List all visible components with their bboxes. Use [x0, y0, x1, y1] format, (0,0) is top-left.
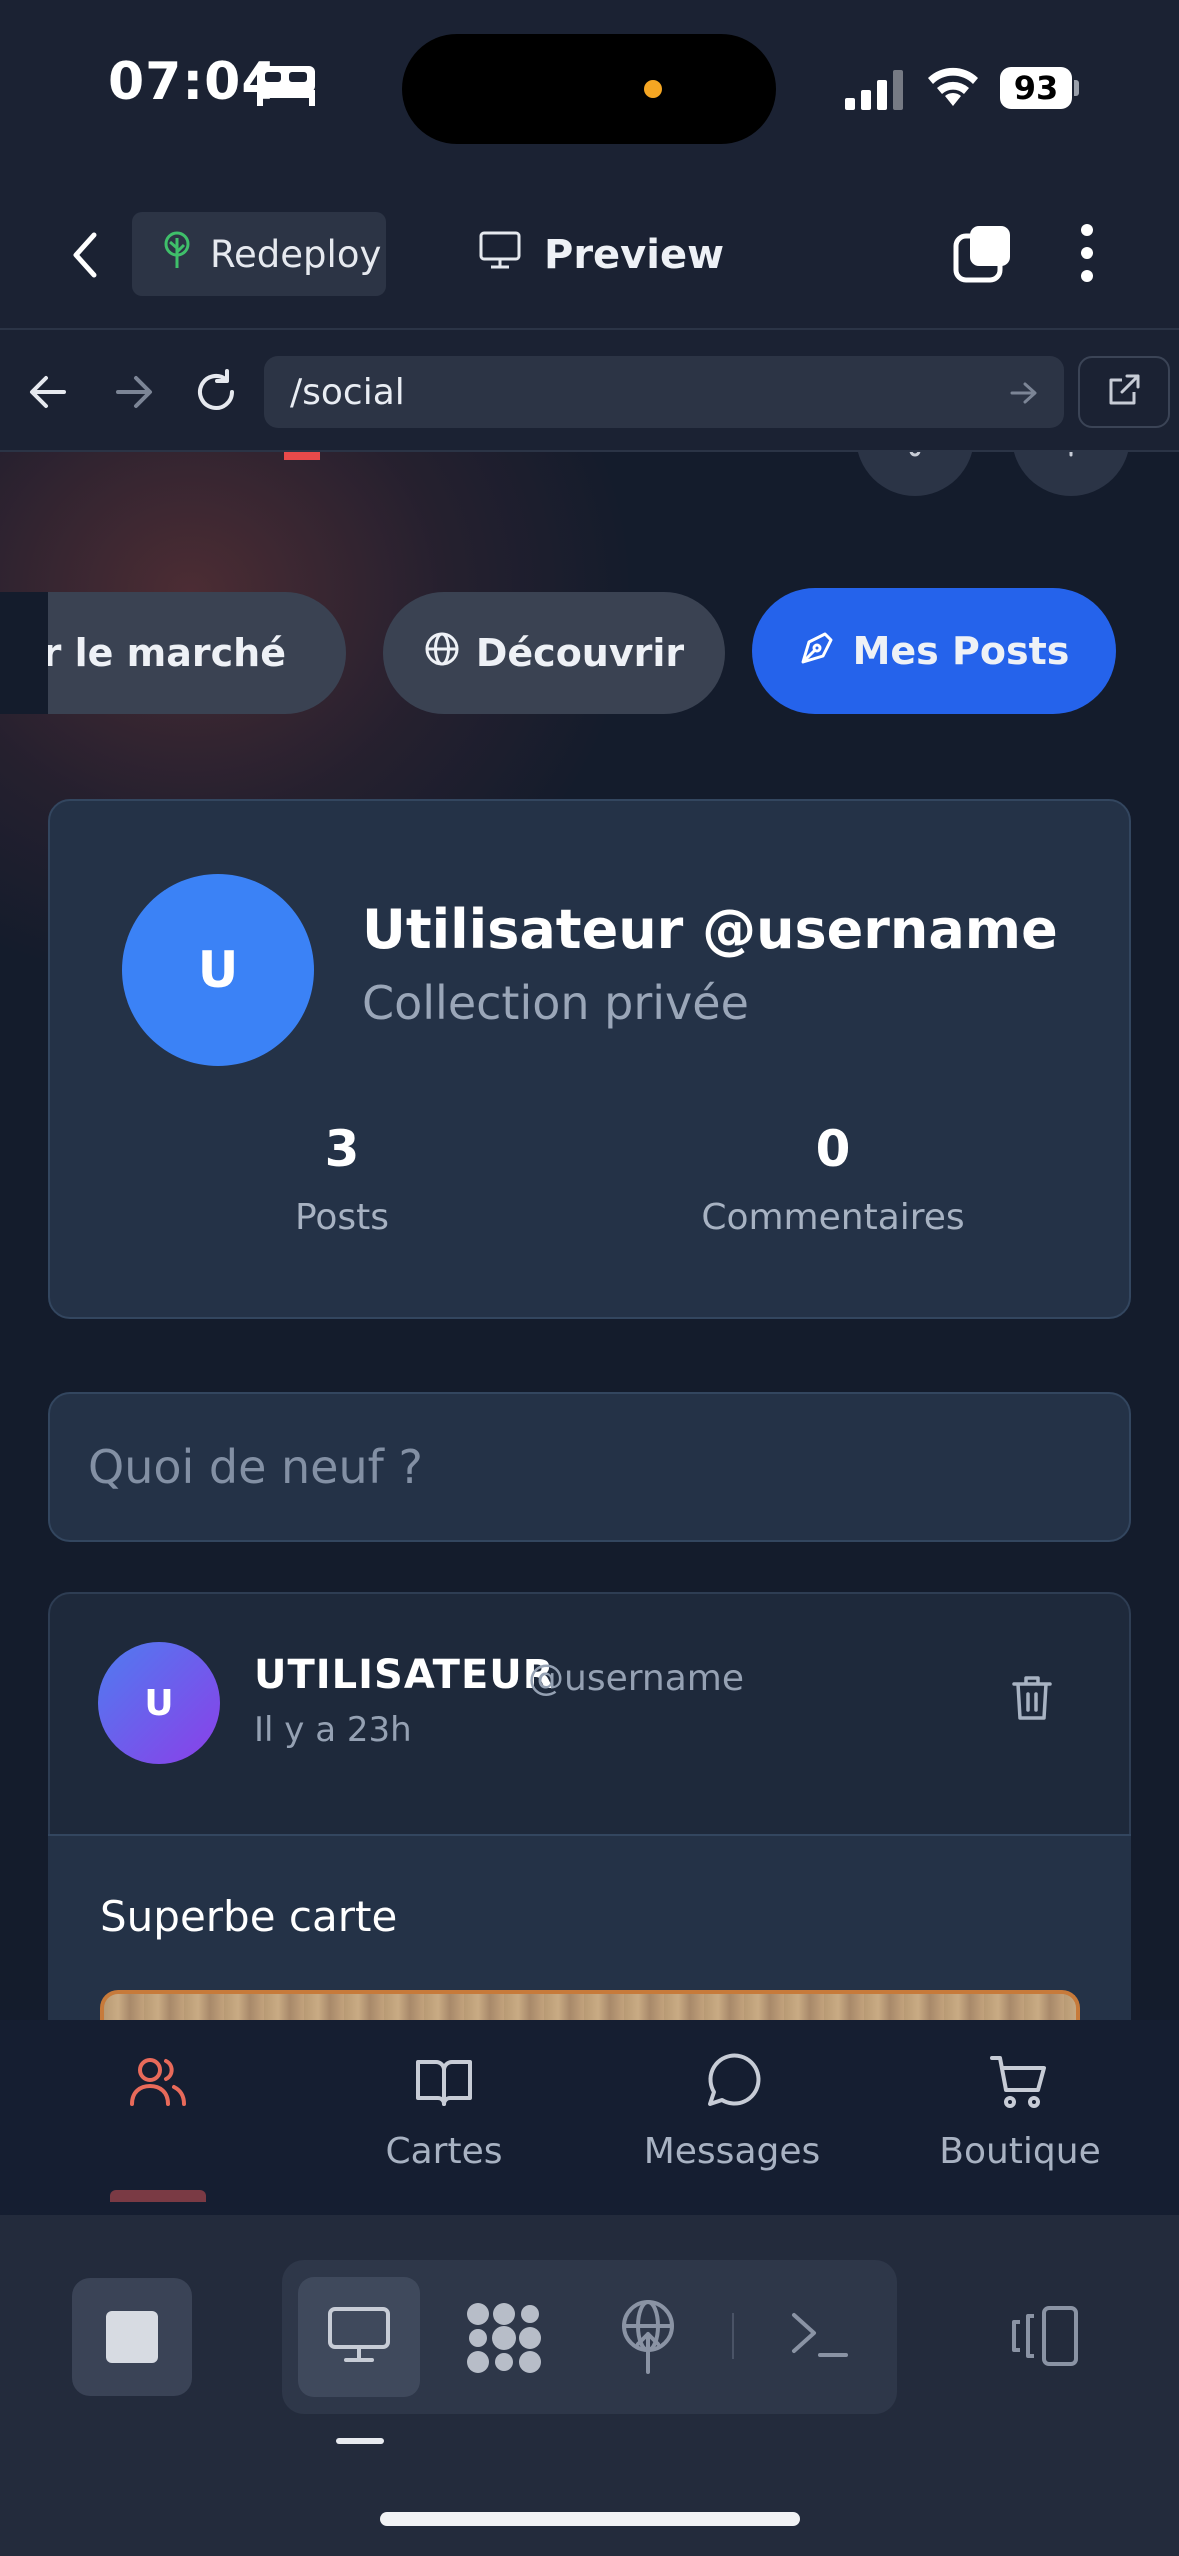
- composer-input[interactable]: Quoi de neuf ?: [48, 1392, 1131, 1542]
- title-accent: [284, 452, 320, 460]
- tab-my-posts-label: Mes Posts: [852, 629, 1070, 673]
- composer-placeholder: Quoi de neuf ?: [88, 1440, 423, 1494]
- bell-icon: [889, 452, 941, 465]
- comments-label: Commentaires: [701, 1197, 965, 1238]
- arrow-left-icon[interactable]: [26, 372, 70, 416]
- globe-icon: [424, 631, 460, 676]
- nav-messages-label: Messages: [643, 2131, 821, 2172]
- dynamic-island: [402, 34, 776, 144]
- deploy-tree-icon: [160, 230, 194, 279]
- preview-label: Preview: [544, 232, 725, 278]
- post-text: Superbe carte: [100, 1892, 398, 1941]
- posts-label: Posts: [294, 1197, 390, 1238]
- nav-cards-label: Cartes: [385, 2131, 503, 2172]
- battery-level: 93: [1000, 67, 1072, 109]
- posts-count: 3: [324, 1120, 360, 1178]
- users-icon: [126, 2050, 190, 2123]
- post-time: Il y a 23h: [254, 1710, 412, 1750]
- preview-tab[interactable]: Preview: [478, 225, 724, 285]
- terminal-icon[interactable]: [790, 2305, 850, 2369]
- post-handle: @username: [528, 1658, 744, 1699]
- web-content: Sur le marché Découvrir Mes Posts U Util…: [0, 452, 1179, 2020]
- url-input[interactable]: /social: [264, 356, 1064, 428]
- pen-tool-icon: [799, 628, 837, 675]
- settings-button[interactable]: [1012, 452, 1130, 496]
- arrow-right-icon[interactable]: [112, 372, 156, 416]
- battery-tip: [1074, 80, 1079, 96]
- active-tool-indicator: [336, 2438, 384, 2444]
- avatar: U: [122, 874, 314, 1066]
- status-time: 07:04: [108, 52, 279, 112]
- nav-cards[interactable]: Cartes: [314, 2050, 574, 2172]
- back-button[interactable]: [60, 225, 110, 285]
- notifications-button[interactable]: [856, 452, 974, 496]
- dots-grid-icon[interactable]: [464, 2300, 544, 2378]
- bed-icon: [255, 62, 317, 110]
- nav-social[interactable]: [28, 2050, 288, 2131]
- reload-icon[interactable]: [192, 368, 240, 420]
- toolbar-separator: [732, 2313, 734, 2359]
- monitor-icon: [326, 2305, 392, 2369]
- camera-indicator-dot: [644, 80, 662, 98]
- post-card-image[interactable]: [100, 1990, 1080, 2020]
- book-open-icon: [412, 2050, 476, 2123]
- external-link-icon: [1106, 372, 1142, 412]
- trash-icon[interactable]: [1008, 1672, 1056, 1728]
- active-nav-indicator: [110, 2190, 206, 2202]
- tab-discover[interactable]: Découvrir: [383, 592, 725, 714]
- monitor-icon: [478, 230, 522, 280]
- post-avatar[interactable]: U: [98, 1642, 220, 1764]
- open-external-button[interactable]: [1078, 356, 1170, 428]
- tab-discover-label: Découvrir: [475, 631, 685, 675]
- redeploy-button[interactable]: Redeploy: [132, 212, 386, 296]
- nav-shop-label: Boutique: [939, 2131, 1101, 2172]
- tab-market[interactable]: Sur le marché: [0, 592, 346, 714]
- url-go-icon[interactable]: [1008, 378, 1040, 412]
- cellular-signal-icon: [845, 70, 907, 114]
- url-text: /social: [290, 371, 405, 413]
- deploy-icon[interactable]: [616, 2298, 680, 2378]
- nav-shop[interactable]: Boutique: [890, 2050, 1150, 2172]
- nav-messages[interactable]: Messages: [602, 2050, 862, 2172]
- scroll-edge-mask: [0, 592, 48, 714]
- windows-switcher-icon[interactable]: [952, 222, 1014, 288]
- profile-subtitle: Collection privée: [362, 976, 749, 1030]
- wifi-icon: [925, 64, 981, 112]
- message-circle-icon: [700, 2050, 764, 2123]
- more-vertical-icon[interactable]: [1072, 222, 1102, 288]
- profile-name: Utilisateur @username: [362, 898, 1058, 961]
- comments-count: 0: [815, 1120, 851, 1178]
- stop-icon: [106, 2311, 158, 2363]
- post-author[interactable]: UTILISATEUR: [254, 1652, 555, 1698]
- home-indicator: [380, 2512, 800, 2526]
- tab-my-posts[interactable]: Mes Posts: [752, 588, 1116, 714]
- redeploy-label: Redeploy: [210, 232, 382, 276]
- devices-icon[interactable]: [1010, 2304, 1082, 2372]
- shopping-cart-icon: [988, 2050, 1052, 2123]
- tool-preview-button[interactable]: [298, 2277, 420, 2397]
- gear-icon: [1045, 452, 1097, 465]
- stop-button[interactable]: [72, 2278, 192, 2396]
